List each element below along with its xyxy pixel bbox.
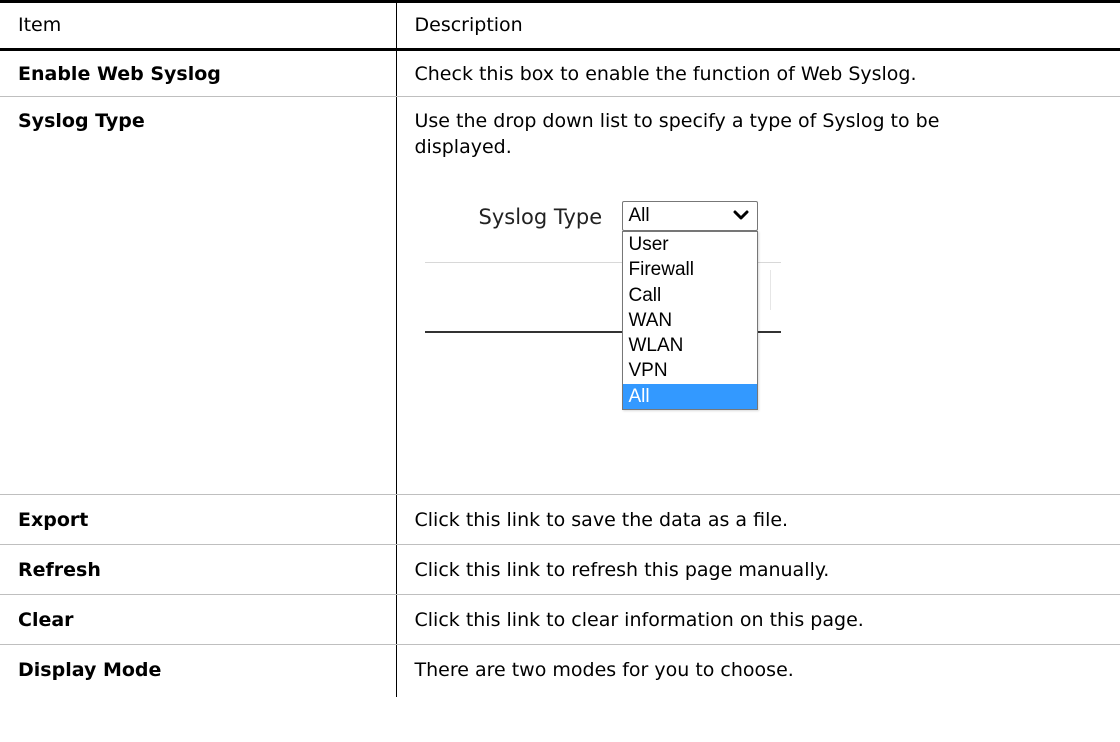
syslog-type-figure: Syslog Type All User Firewall Call WAN W… [415,160,1119,470]
divider-line [769,270,771,310]
table-row: Export Click this link to save the data … [0,494,1120,545]
syslog-option-vpn[interactable]: VPN [623,358,757,383]
row-description: Check this box to enable the function of… [395,49,1120,97]
table-row: Clear Click this link to clear informati… [0,594,1120,645]
table-row: Syslog Type Use the drop down list to sp… [0,96,1120,495]
syslog-option-wan[interactable]: WAN [623,308,757,333]
description-table: Item Description Enable Web Syslog Check… [0,0,1120,697]
chevron-down-icon [733,210,748,220]
header-item: Item [0,0,396,51]
row-item: Refresh [0,544,396,595]
table-row: Display Mode There are two modes for you… [0,644,1120,697]
table-row: Refresh Click this link to refresh this … [0,544,1120,595]
table-row: Enable Web Syslog Check this box to enab… [0,49,1120,97]
table-header-row: Item Description [0,0,1120,51]
row-description-cell: Use the drop down list to specify a type… [395,96,1120,495]
syslog-option-wlan[interactable]: WLAN [623,333,757,358]
syslog-option-user[interactable]: User [623,232,757,257]
syslog-type-options: User Firewall Call WAN WLAN VPN All [621,231,758,411]
syslog-option-call[interactable]: Call [623,283,757,308]
row-item: Clear [0,594,396,645]
syslog-option-firewall[interactable]: Firewall [623,257,757,282]
syslog-type-selected-value: All [628,205,650,226]
row-item: Enable Web Syslog [0,49,396,97]
row-description: Click this link to refresh this page man… [395,544,1120,595]
row-description: There are two modes for you to choose. [395,644,1120,697]
row-item: Display Mode [18,659,162,681]
syslog-option-all[interactable]: All [622,383,757,410]
row-description: Click this link to save the data as a fi… [395,494,1120,545]
row-description: Click this link to clear information on … [395,594,1120,645]
row-item: Export [0,494,396,545]
header-description: Description [395,0,1120,51]
row-item: Syslog Type [0,96,396,495]
syslog-type-label: Syslog Type [478,205,603,229]
row-description: Use the drop down list to specify a type… [414,110,940,158]
syslog-type-select[interactable]: All [621,201,758,231]
